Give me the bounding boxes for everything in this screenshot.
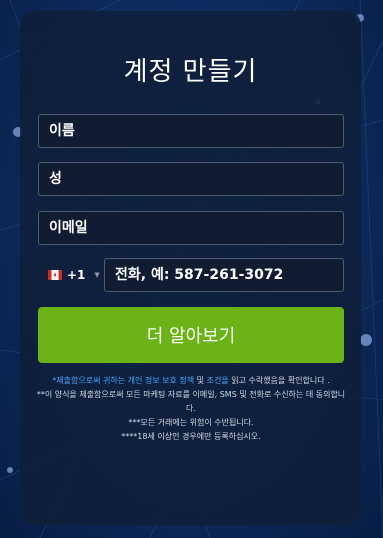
- legal-conjunction: 및: [194, 376, 207, 385]
- age-restriction-line: ****18세 이상인 경우에만 등록하십시오.: [121, 432, 261, 441]
- phone-row: +1 ▼: [38, 258, 344, 292]
- consent-text: 읽고 수락했음을 확인합니다 .: [228, 376, 330, 385]
- form-title: 계정 만들기: [123, 57, 258, 87]
- legal-disclaimer: *제출함으로써 귀하는 개인 정보 보호 정책 및 조건을 읽고 수락했음을 확…: [32, 374, 350, 444]
- risk-warning-line: ***모든 거래에는 위험이 수반됩니다.: [128, 418, 254, 427]
- last-name-input[interactable]: [38, 162, 344, 196]
- privacy-consent-line: *제출함으로써 귀하는 개인 정보 보호 정책 및 조건을 읽고 수락했음을 확…: [32, 374, 350, 388]
- terms-link[interactable]: 조건을: [207, 376, 229, 385]
- country-code-select[interactable]: +1 ▼: [48, 267, 100, 283]
- canada-flag-icon: [48, 270, 62, 280]
- first-name-input[interactable]: [38, 114, 344, 148]
- learn-more-button[interactable]: 더 알아보기: [38, 307, 344, 363]
- email-input[interactable]: [38, 211, 344, 245]
- country-code-label: +1: [67, 268, 86, 282]
- marketing-consent-line: **이 양식을 제출함으로써 모든 마케팅 자료를 이메일, SMS 및 전화로…: [36, 390, 346, 413]
- phone-input[interactable]: [104, 258, 344, 292]
- signup-card: 계정 만들기 +1 ▼ 더 알아보기 *제출함으로써 귀하는 개인 정보 보호 …: [20, 11, 361, 525]
- privacy-policy-link[interactable]: *제출함으로써 귀하는 개인 정보 보호 정책: [52, 376, 194, 385]
- chevron-down-icon: ▼: [94, 271, 100, 279]
